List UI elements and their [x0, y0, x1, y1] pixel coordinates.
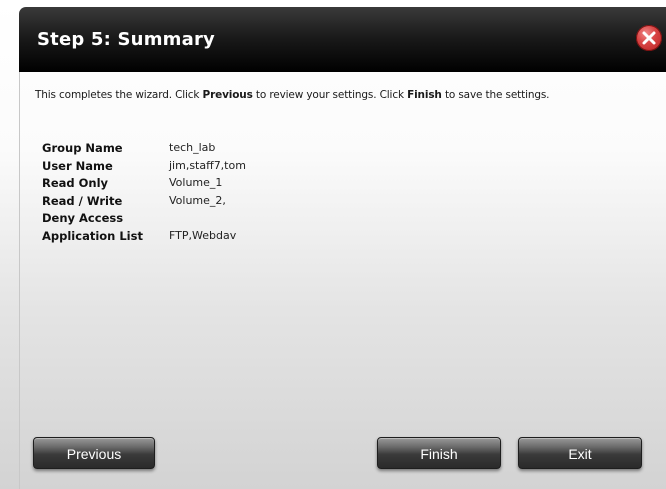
summary-value: Volume_1 — [169, 176, 223, 190]
previous-button[interactable]: Previous — [33, 437, 155, 469]
dialog-title: Step 5: Summary — [37, 29, 215, 50]
finish-button[interactable]: Finish — [377, 437, 501, 469]
summary-label: User Name — [42, 158, 113, 173]
dialog-body — [19, 72, 666, 489]
summary-value: Volume_2, — [169, 193, 226, 207]
summary-value: tech_lab — [169, 141, 216, 154]
exit-button[interactable]: Exit — [518, 437, 642, 469]
summary-value: jim,staff7,tom — [169, 158, 246, 172]
close-icon — [642, 31, 656, 45]
intro-finish-word: Finish — [407, 89, 442, 101]
wizard-dialog: Step 5: Summary This completes the wizar… — [0, 0, 666, 489]
summary-label: Read / Write — [42, 193, 123, 208]
summary-label: Group Name — [42, 141, 123, 155]
summary-label: Application List — [42, 228, 143, 243]
intro-part-3: to save the settings. — [441, 89, 550, 101]
summary-value: FTP,Webdav — [169, 228, 237, 242]
intro-text: This completes the wizard. Click Previou… — [35, 89, 550, 101]
close-button[interactable] — [636, 25, 662, 51]
title-bar: Step 5: Summary — [19, 7, 666, 72]
summary-label: Read Only — [42, 176, 109, 191]
intro-previous-word: Previous — [202, 89, 253, 101]
intro-part-1: This completes the wizard. Click — [35, 89, 203, 101]
summary-label: Deny Access — [42, 211, 124, 226]
intro-part-2: to review your settings. Click — [252, 89, 408, 101]
